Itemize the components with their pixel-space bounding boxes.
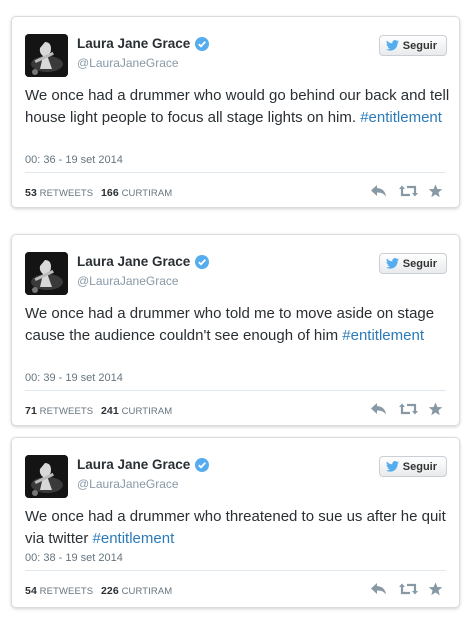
bird-icon [385, 461, 399, 472]
display-name[interactable]: Laura Jane Grace [77, 457, 210, 472]
user-handle[interactable]: @LauraJaneGrace [77, 477, 179, 491]
reply-icon[interactable] [370, 582, 387, 596]
retweet-count[interactable]: 54 [25, 585, 37, 597]
tweet-card: Laura Jane Grace @LauraJaneGrace Seguir … [11, 16, 460, 208]
follow-button[interactable]: Seguir [378, 35, 447, 56]
divider [25, 172, 446, 173]
retweet-count[interactable]: 71 [25, 405, 37, 417]
display-name[interactable]: Laura Jane Grace [77, 254, 210, 269]
retweet-icon[interactable] [399, 184, 418, 198]
retweet-label: RETWEETS [39, 188, 94, 199]
divider [25, 390, 446, 391]
display-name-text[interactable]: Laura Jane Grace [77, 36, 190, 51]
display-name[interactable]: Laura Jane Grace [77, 36, 210, 51]
timestamp[interactable]: 00: 39 - 19 set 2014 [25, 372, 123, 384]
tweet-stats: 71 RETWEETS 241 CURTIRAM [25, 405, 172, 417]
tweet-actions [370, 184, 445, 198]
tweet-card: Laura Jane Grace @LauraJaneGrace Seguir … [11, 234, 460, 426]
tweet-body: We once had a drummer who threatened to … [25, 508, 446, 547]
verified-badge-icon [195, 457, 210, 472]
reply-icon[interactable] [370, 184, 387, 198]
like-label: CURTIRAM [121, 406, 173, 417]
verified-badge-icon [195, 254, 210, 269]
tweet-stats: 53 RETWEETS 166 CURTIRAM [25, 187, 172, 199]
retweet-icon[interactable] [399, 402, 418, 416]
like-count[interactable]: 241 [101, 405, 119, 417]
tweet-card: Laura Jane Grace @LauraJaneGrace Seguir … [11, 437, 460, 608]
like-count[interactable]: 226 [101, 585, 119, 597]
bird-icon [385, 258, 399, 269]
timestamp[interactable]: 00: 38 - 19 set 2014 [25, 552, 123, 564]
retweet-label: RETWEETS [39, 586, 94, 597]
avatar[interactable] [25, 455, 68, 498]
tweet-text: We once had a drummer who told me to mov… [25, 303, 450, 347]
tweet-text: We once had a drummer who threatened to … [25, 506, 450, 550]
tweet-actions [370, 402, 445, 416]
star-icon[interactable] [428, 582, 445, 596]
follow-label: Seguir [402, 39, 437, 52]
retweet-count[interactable]: 53 [25, 187, 37, 199]
tweet-stats: 54 RETWEETS 226 CURTIRAM [25, 585, 172, 597]
display-name-text[interactable]: Laura Jane Grace [77, 254, 190, 269]
avatar[interactable] [25, 252, 68, 295]
follow-label: Seguir [402, 257, 437, 270]
like-label: CURTIRAM [121, 188, 173, 199]
retweet-icon[interactable] [399, 582, 418, 596]
hashtag-link[interactable]: #entitlement [342, 327, 424, 344]
tweet-actions [370, 582, 445, 596]
retweet-label: RETWEETS [39, 406, 94, 417]
follow-button[interactable]: Seguir [378, 253, 447, 274]
divider [25, 570, 446, 571]
follow-button[interactable]: Seguir [378, 456, 447, 477]
star-icon[interactable] [428, 184, 445, 198]
like-count[interactable]: 166 [101, 187, 119, 199]
timestamp[interactable]: 00: 36 - 19 set 2014 [25, 154, 123, 166]
hashtag-link[interactable]: #entitlement [360, 109, 442, 126]
bird-icon [385, 40, 399, 51]
like-label: CURTIRAM [121, 586, 173, 597]
follow-label: Seguir [402, 460, 437, 473]
user-handle[interactable]: @LauraJaneGrace [77, 56, 179, 70]
star-icon[interactable] [428, 402, 445, 416]
tweet-text: We once had a drummer who would go behin… [25, 85, 450, 129]
user-handle[interactable]: @LauraJaneGrace [77, 274, 179, 288]
reply-icon[interactable] [370, 402, 387, 416]
hashtag-link[interactable]: #entitlement [93, 530, 175, 547]
avatar[interactable] [25, 34, 68, 77]
display-name-text[interactable]: Laura Jane Grace [77, 457, 190, 472]
verified-badge-icon [195, 36, 210, 51]
